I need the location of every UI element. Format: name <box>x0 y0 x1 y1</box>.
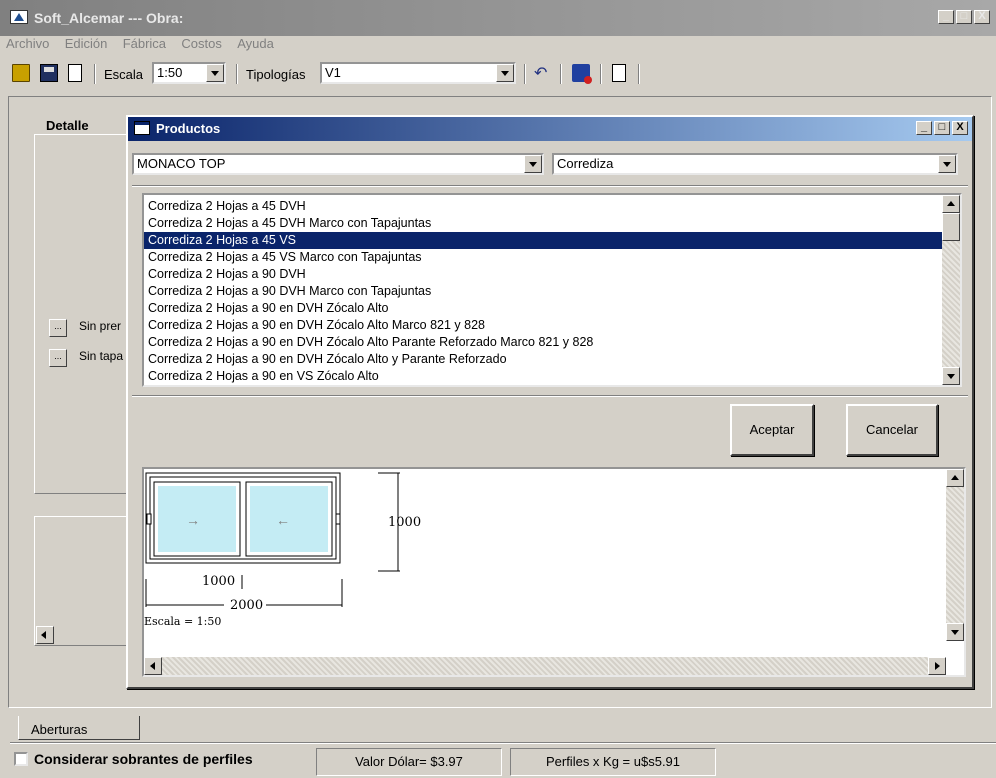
open-folder-icon[interactable] <box>12 64 30 82</box>
escala-select[interactable]: 1:50 <box>152 62 226 84</box>
scroll-up-button[interactable] <box>942 195 960 213</box>
chevron-down-icon[interactable] <box>524 155 542 173</box>
menu-costos[interactable]: Costos <box>181 36 221 51</box>
preview-vertical-scrollbar[interactable] <box>946 469 964 641</box>
accept-button[interactable]: Aceptar <box>730 404 814 456</box>
handle-left <box>146 513 152 525</box>
dialog-title-bar: Productos _ □ X <box>128 117 972 141</box>
maximize-button[interactable]: □ <box>956 10 972 24</box>
sobrantes-checkbox[interactable] <box>14 752 28 766</box>
type-value: Corrediza <box>557 156 614 171</box>
height-dimension: 1000 <box>388 515 421 530</box>
new-document-icon[interactable] <box>68 64 82 82</box>
scroll-up-button[interactable] <box>946 469 964 487</box>
window-drawing: → ← 1000 1000 2000 Escala = 1:50 <box>144 472 421 628</box>
list-item[interactable]: Corrediza 2 Hojas a 45 VS Marco con Tapa… <box>144 249 960 266</box>
dialog-maximize-button[interactable]: □ <box>934 121 950 135</box>
toolbar: Escala 1:50 Tipologías V1 ↶ <box>0 60 996 88</box>
tab-detalle[interactable]: Detalle <box>36 112 128 136</box>
cancel-button[interactable]: Cancelar <box>846 404 938 456</box>
list-item[interactable]: Corrediza 2 Hojas a 90 en VS Zócalo Alto <box>144 368 960 385</box>
dialog-close-button[interactable]: X <box>952 121 968 135</box>
toolbar-separator <box>236 64 238 84</box>
menu-ayuda[interactable]: Ayuda <box>237 36 274 51</box>
dolar-status: Valor Dólar= $3.97 <box>316 748 502 776</box>
menu-edicion[interactable]: Edición <box>65 36 108 51</box>
list-item[interactable]: Corrediza 2 Hojas a 90 en DVH Zócalo Alt… <box>144 351 960 368</box>
undo-icon[interactable]: ↶ <box>534 63 552 82</box>
scroll-left-button[interactable] <box>36 626 54 644</box>
list-item[interactable]: Corrediza 2 Hojas a 90 en DVH Zócalo Alt… <box>144 334 960 351</box>
list-vertical-scrollbar[interactable] <box>942 195 960 385</box>
toolbar-separator <box>560 64 562 84</box>
tipologias-label: Tipologías <box>246 67 306 82</box>
list-item[interactable]: Corrediza 2 Hojas a 90 DVH <box>144 266 960 283</box>
tab-aberturas[interactable]: Aberturas <box>18 716 140 740</box>
scroll-right-button[interactable] <box>928 657 946 675</box>
sin-prer-label: Sin prer <box>79 319 122 333</box>
arrow-right-icon: → <box>186 512 200 528</box>
chevron-down-icon[interactable] <box>206 64 224 82</box>
app-icon <box>10 10 28 24</box>
sin-tapa-label: Sin tapa <box>79 349 124 363</box>
window-controls: _ □ X <box>938 10 990 24</box>
dialog-title: Productos <box>156 121 221 136</box>
line-select[interactable]: MONACO TOP <box>132 153 544 175</box>
save-icon[interactable] <box>40 64 58 82</box>
divider <box>132 395 968 397</box>
menu-fabrica[interactable]: Fábrica <box>123 36 166 51</box>
list-item[interactable]: Corrediza 2 Hojas a 45 DVH <box>144 198 960 215</box>
chevron-down-icon[interactable] <box>938 155 956 173</box>
sobrantes-label: Considerar sobrantes de perfiles <box>34 751 253 767</box>
arrow-left-icon: ← <box>276 512 290 528</box>
list-item[interactable]: Corrediza 2 Hojas a 90 DVH Marco con Tap… <box>144 283 960 300</box>
leaf-width-dimension: 1000 <box>202 574 235 589</box>
sin-tapa-button[interactable]: ... <box>49 349 67 367</box>
scale-text: Escala = 1:50 <box>144 615 221 628</box>
product-list[interactable]: Corrediza 2 Hojas a 45 DVH Corrediza 2 Ho… <box>142 193 962 387</box>
list-item[interactable]: Corrediza 2 Hojas a 45 VS <box>144 232 960 249</box>
tipologias-value: V1 <box>325 65 341 80</box>
perfiles-status: Perfiles x Kg = u$s5.91 <box>510 748 716 776</box>
toolbar-separator <box>600 64 602 84</box>
dialog-window-controls: _ □ X <box>916 121 968 135</box>
close-button[interactable]: X <box>974 10 990 24</box>
status-divider <box>10 742 996 744</box>
tipologias-select[interactable]: V1 <box>320 62 516 84</box>
scroll-left-button[interactable] <box>144 657 162 675</box>
window-title: Soft_Alcemar --- Obra: <box>34 10 184 26</box>
dialog-window-icon <box>134 121 150 135</box>
type-select[interactable]: Corrediza <box>552 153 958 175</box>
list-item[interactable]: Corrediza 2 Hojas a 90 en DVH Zócalo Alt… <box>144 317 960 334</box>
dialog-minimize-button[interactable]: _ <box>916 121 932 135</box>
menu-archivo[interactable]: Archivo <box>6 36 49 51</box>
handle-right <box>335 513 341 525</box>
toolbar-separator <box>94 64 96 84</box>
edit-tool-icon[interactable] <box>572 64 592 84</box>
scroll-down-button[interactable] <box>942 367 960 385</box>
sin-prer-button[interactable]: ... <box>49 319 67 337</box>
escala-value: 1:50 <box>157 65 183 80</box>
divider <box>132 185 968 187</box>
minimize-button[interactable]: _ <box>938 10 954 24</box>
line-value: MONACO TOP <box>137 156 226 171</box>
list-item[interactable]: Corrediza 2 Hojas a 45 DVH Marco con Tap… <box>144 215 960 232</box>
main-title-bar: Soft_Alcemar --- Obra: _ □ X <box>0 0 996 36</box>
chevron-down-icon[interactable] <box>496 64 514 82</box>
total-width-dimension: 2000 <box>230 598 263 613</box>
preview-horizontal-scrollbar[interactable] <box>144 657 946 675</box>
scroll-down-button[interactable] <box>946 623 964 641</box>
list-item[interactable]: Corrediza 2 Hojas a 90 en DVH Zócalo Alt… <box>144 300 960 317</box>
menu-bar: Archivo Edición Fábrica Costos Ayuda <box>0 36 996 56</box>
productos-dialog: Productos _ □ X MONACO TOP Corrediza Cor… <box>126 115 974 689</box>
copy-icon[interactable] <box>612 64 626 82</box>
scroll-thumb[interactable] <box>942 213 960 241</box>
toolbar-separator <box>638 64 640 84</box>
preview-area: → ← 1000 1000 2000 Escala = 1:50 <box>142 467 966 677</box>
escala-label: Escala <box>104 67 144 82</box>
toolbar-separator <box>524 64 526 84</box>
